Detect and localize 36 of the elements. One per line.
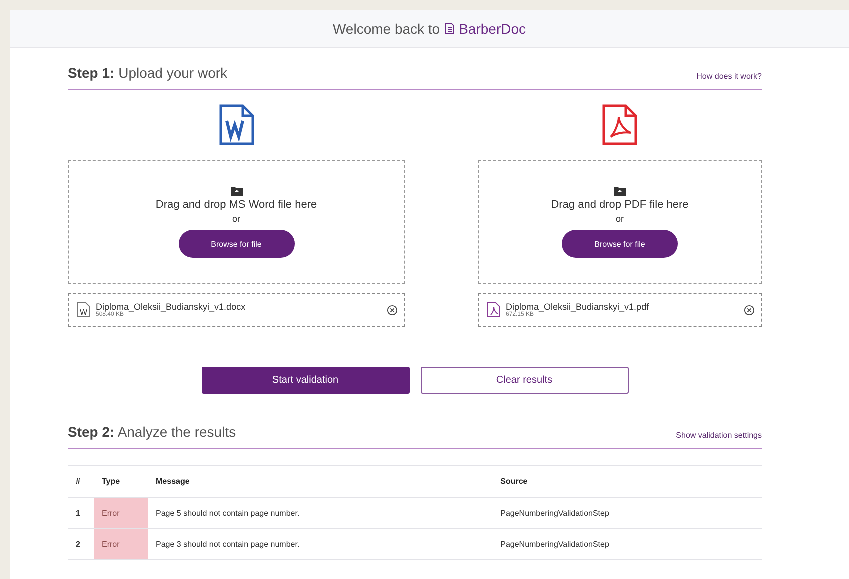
settings-link[interactable]: Show validation settings [676, 431, 762, 440]
column-header: # [68, 466, 94, 498]
or-text: or [232, 214, 240, 224]
message-cell: Page 5 should not contain page number. [148, 498, 493, 528]
column-header: Source [492, 466, 762, 498]
source-cell: PageNumberingValidationStep [492, 528, 762, 560]
pdf-file-icon [487, 302, 501, 318]
step-heading: Step 1: Upload your work [68, 65, 228, 81]
word-document-icon [218, 104, 254, 146]
start-validation-button[interactable]: Start validation [202, 367, 410, 394]
welcome-text: Welcome back to [332, 20, 440, 36]
word-file-icon: W [77, 302, 91, 318]
folder-upload-icon [230, 186, 242, 196]
drop-instruction: Drag and drop MS Word file here [156, 199, 318, 211]
brand-name: BarberDoc [459, 20, 526, 36]
browse-button[interactable]: Browse for file [562, 230, 678, 258]
help-link[interactable]: How does it work? [696, 72, 762, 81]
file-name: Diploma_Oleksii_Budianskyi_v1.docx [96, 302, 247, 312]
folder-upload-icon [614, 186, 626, 196]
drop-zone[interactable]: Drag and drop MS Word file here or Browse for file [68, 160, 405, 284]
pdf-document-icon [602, 104, 638, 146]
clear-results-button[interactable]: Clear results [420, 367, 628, 394]
or-text: or [616, 214, 624, 224]
drop-zone[interactable]: Drag and drop PDF file here or Browse for file [478, 160, 762, 284]
browse-button[interactable]: Browse for file [178, 230, 294, 258]
drop-instruction: Drag and drop PDF file here [551, 199, 689, 211]
type-cell: Error [94, 528, 148, 560]
step-heading: Step 2: Analyze the results [68, 424, 236, 440]
remove-icon[interactable] [387, 304, 398, 316]
column-header: Message [148, 466, 493, 498]
remove-icon[interactable] [744, 304, 755, 316]
type-cell: Error [94, 498, 148, 528]
document-icon [445, 22, 456, 34]
source-cell: PageNumberingValidationStep [492, 498, 762, 528]
file-name: Diploma_Oleksii_Budianskyi_v1.pdf [506, 302, 650, 312]
message-cell: Page 3 should not contain page number. [148, 528, 493, 560]
